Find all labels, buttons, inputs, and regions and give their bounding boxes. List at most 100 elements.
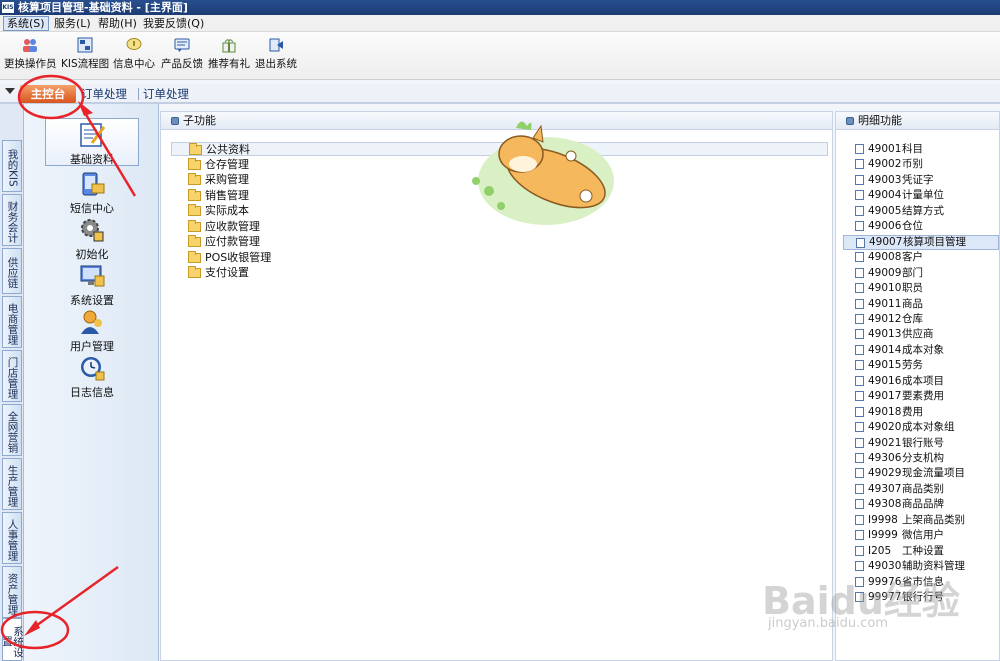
menu-system[interactable]: 系统(S) <box>3 16 49 31</box>
basic-data-icon <box>80 123 106 147</box>
detail-name: 商品品牌 <box>902 498 944 510</box>
folder-item[interactable]: 仓存管理 <box>188 158 249 172</box>
detail-row[interactable]: I9999 微信用户 <box>843 528 999 543</box>
vtab-production[interactable]: 生产管理 <box>2 458 22 510</box>
tab-main-console[interactable]: 主控台 <box>20 85 76 103</box>
detail-row[interactable]: 49013供应商 <box>843 327 999 342</box>
document-icon <box>855 144 864 154</box>
change-operator-button[interactable]: 更换操作员 <box>4 37 57 75</box>
detail-row[interactable]: 49017要素费用 <box>843 389 999 404</box>
folder-item[interactable]: 实际成本 <box>188 204 249 218</box>
vtab-supply-chain[interactable]: 供应链 <box>2 248 22 294</box>
folder-item[interactable]: 应付款管理 <box>188 235 260 249</box>
menu-help[interactable]: 帮助(H) <box>95 16 140 31</box>
detail-row[interactable]: 49018费用 <box>843 405 999 420</box>
vtab-system-settings[interactable]: 系统设置 <box>1 618 24 661</box>
detail-code: 49015 <box>868 359 902 371</box>
detail-row[interactable]: 49003凭证字 <box>843 173 999 188</box>
product-feedback-button[interactable]: 产品反馈 <box>160 37 204 75</box>
detail-row[interactable]: 49029现金流量项目 <box>843 466 999 481</box>
document-icon <box>855 360 864 370</box>
detail-code: 49005 <box>868 205 902 217</box>
sub-function-panel: 子功能 公共资料 仓存管理 采购管理 销售管理 实际成本 应收款管理 应付款管理… <box>160 111 833 661</box>
detail-row[interactable]: I9998 上架商品类别 <box>843 513 999 528</box>
detail-row[interactable]: 49002币别 <box>843 157 999 172</box>
folder-item[interactable]: 支付设置 <box>188 266 249 280</box>
document-icon <box>855 190 864 200</box>
detail-row[interactable]: I205 工种设置 <box>843 544 999 559</box>
detail-row[interactable]: 49005结算方式 <box>843 204 999 219</box>
document-icon <box>855 283 864 293</box>
detail-row[interactable]: 49004计量单位 <box>843 188 999 203</box>
detail-row[interactable]: 49009部门 <box>843 266 999 281</box>
folder-label: 支付设置 <box>205 266 249 279</box>
change-operator-label: 更换操作员 <box>4 58 57 70</box>
nav-basic-data[interactable]: 基础资料 <box>45 118 139 166</box>
vtab-assets[interactable]: 资产管理 <box>2 566 22 618</box>
document-icon <box>856 238 865 248</box>
folder-item[interactable]: 销售管理 <box>188 189 249 203</box>
sub-function-title: 子功能 <box>183 114 216 127</box>
exit-system-button[interactable]: 退出系统 <box>255 37 297 75</box>
document-icon <box>855 314 864 324</box>
detail-row[interactable]: 49021银行账号 <box>843 436 999 451</box>
detail-code: 49014 <box>868 344 902 356</box>
detail-name: 结算方式 <box>902 205 944 217</box>
folder-item[interactable]: 采购管理 <box>188 173 249 187</box>
detail-row[interactable]: 49010职员 <box>843 281 999 296</box>
nav-user-management[interactable]: 用户管理 <box>45 306 139 353</box>
detail-row[interactable]: 49001科目 <box>843 142 999 157</box>
folder-icon <box>189 143 202 155</box>
menu-service[interactable]: 服务(L) <box>51 16 94 31</box>
detail-row[interactable]: 49308商品品牌 <box>843 497 999 512</box>
gift-icon <box>222 39 236 53</box>
tab-order-processing-2[interactable]: 订单处理 <box>143 86 189 102</box>
detail-row[interactable]: 49011商品 <box>843 297 999 312</box>
detail-row[interactable]: 49006仓位 <box>843 219 999 234</box>
detail-name: 成本项目 <box>902 375 944 387</box>
nav-system-settings[interactable]: 系统设置 <box>45 260 139 307</box>
kis-flowchart-button[interactable]: KIS流程图 <box>61 37 109 75</box>
info-center-button[interactable]: 信息中心 <box>113 37 155 75</box>
folder-label: 公共资料 <box>206 143 250 156</box>
menu-bar: 系统(S) 服务(L) 帮助(H) 我要反馈(Q) <box>0 15 1000 32</box>
vtab-my-kis[interactable]: 我的KIS <box>2 140 22 192</box>
flowchart-icon <box>77 37 93 53</box>
detail-name: 部门 <box>902 267 923 279</box>
detail-row[interactable]: 49014成本对象 <box>843 343 999 358</box>
detail-row[interactable]: 49012仓库 <box>843 312 999 327</box>
detail-code: I9998 <box>868 514 898 526</box>
detail-code: 49306 <box>868 452 902 464</box>
vtab-finance[interactable]: 财务会计 <box>2 194 22 246</box>
folder-item[interactable]: 应收款管理 <box>188 220 260 234</box>
detail-row[interactable]: 49306分支机构 <box>843 451 999 466</box>
document-icon <box>855 345 864 355</box>
window-title: 核算项目管理-基础资料 - [主界面] <box>18 1 188 14</box>
recommend-gift-button[interactable]: 推荐有礼 <box>208 37 250 75</box>
detail-code: 49013 <box>868 328 902 340</box>
document-icon <box>855 530 864 540</box>
nav-sms-center[interactable]: 短信中心 <box>45 168 139 215</box>
folder-item[interactable]: POS收银管理 <box>188 251 271 265</box>
detail-row[interactable]: 49008客户 <box>843 250 999 265</box>
vtab-marketing[interactable]: 全网营销 <box>2 404 22 456</box>
clock-log-icon <box>81 357 105 381</box>
nav-log-info[interactable]: 日志信息 <box>45 352 139 399</box>
detail-name: 币别 <box>902 158 923 170</box>
detail-row[interactable]: 49007核算项目管理 <box>843 235 999 250</box>
tab-dropdown-icon[interactable] <box>5 88 15 94</box>
detail-name: 工种设置 <box>902 545 944 557</box>
detail-row[interactable]: 49015劳务 <box>843 358 999 373</box>
gear-icon <box>81 219 104 242</box>
detail-row[interactable]: 49020成本对象组 <box>843 420 999 435</box>
document-icon <box>855 499 864 509</box>
menu-feedback[interactable]: 我要反馈(Q) <box>140 16 207 31</box>
vtab-ecommerce[interactable]: 电商管理 <box>2 296 22 348</box>
nav-initialization[interactable]: 初始化 <box>45 214 139 261</box>
vtab-hr[interactable]: 人事管理 <box>2 512 22 564</box>
kis-flowchart-label: KIS流程图 <box>61 58 110 70</box>
vtab-store[interactable]: 门店管理 <box>2 350 22 402</box>
tab-order-processing-1[interactable]: 订单处理 <box>81 86 127 102</box>
detail-row[interactable]: 49016成本项目 <box>843 374 999 389</box>
detail-row[interactable]: 49307商品类别 <box>843 482 999 497</box>
